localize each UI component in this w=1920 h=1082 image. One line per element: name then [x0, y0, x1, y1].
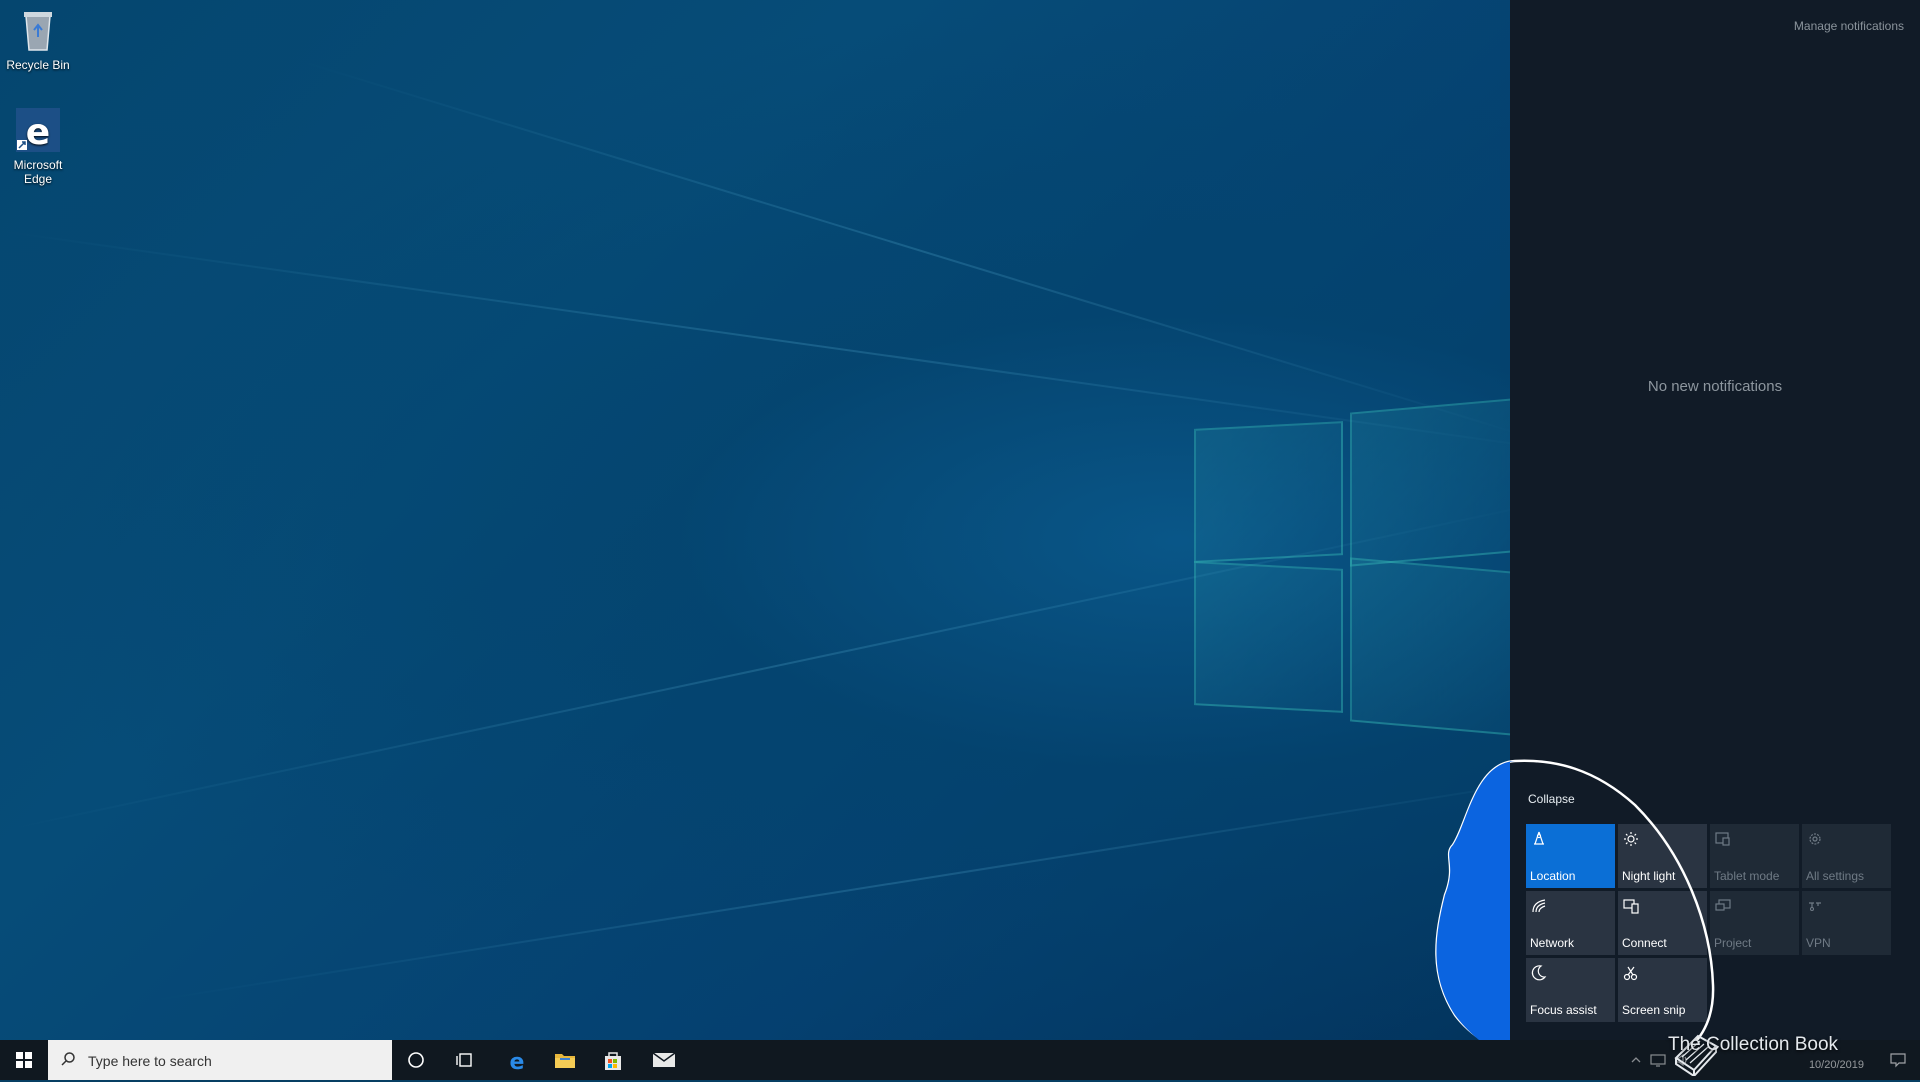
tile-label: All settings	[1806, 869, 1865, 883]
connect-icon	[1623, 899, 1639, 914]
recycle-bin-icon	[24, 12, 52, 51]
light-beam	[299, 60, 1510, 443]
taskbar-mail[interactable]	[638, 1040, 686, 1080]
desktop: Recycle Bin e Microsoft Edge	[0, 0, 1510, 1040]
task-view-icon	[456, 1053, 472, 1067]
svg-text:e: e	[26, 112, 50, 153]
clock-date: 10/20/2019	[1808, 1059, 1864, 1071]
collapse-link[interactable]: Collapse	[1528, 792, 1575, 806]
tile-label: Location	[1530, 869, 1576, 883]
quick-actions-grid: Location Night light Tablet mode All set…	[1526, 824, 1891, 1022]
project-icon	[1715, 899, 1731, 911]
desktop-icon-microsoft-edge[interactable]: e Microsoft Edge	[0, 106, 76, 186]
cortana-icon	[408, 1052, 424, 1068]
tile-label: Connect	[1622, 936, 1667, 950]
svg-text:e: e	[510, 1050, 525, 1072]
mail-icon	[652, 1052, 676, 1067]
tile-location[interactable]: Location	[1526, 824, 1615, 888]
store-icon	[605, 1052, 621, 1070]
tile-all-settings[interactable]: All settings	[1802, 824, 1891, 888]
tile-connect[interactable]: Connect	[1618, 891, 1707, 955]
light-beam	[0, 230, 1510, 455]
tile-vpn[interactable]: VPN	[1802, 891, 1891, 955]
desktop-icon-recycle-bin[interactable]: Recycle Bin	[0, 6, 76, 72]
windows-logo-pane	[1350, 397, 1510, 567]
tile-label: Focus assist	[1530, 1003, 1597, 1017]
chevron-up-icon[interactable]	[1630, 1054, 1642, 1066]
taskbar-store[interactable]	[588, 1040, 636, 1080]
search-icon	[61, 1052, 75, 1066]
location-icon	[1534, 831, 1544, 845]
vpn-icon	[1809, 902, 1821, 911]
edge-icon: e	[510, 1050, 525, 1072]
tile-night-light[interactable]: Night light	[1618, 824, 1707, 888]
desktop-icon-label: Microsoft Edge	[13, 158, 63, 186]
manage-notifications-link[interactable]: Manage notifications	[1794, 19, 1904, 33]
tile-project[interactable]: Project	[1710, 891, 1799, 955]
taskbar: e 10/20/2019	[0, 1040, 1920, 1082]
taskbar-edge[interactable]: e	[492, 1040, 540, 1080]
windows-logo-pane	[1194, 561, 1343, 713]
taskbar-file-explorer[interactable]	[540, 1040, 588, 1080]
task-view-button[interactable]	[440, 1040, 488, 1080]
tile-label: Night light	[1622, 869, 1676, 883]
desktop-icon-label: Recycle Bin	[6, 58, 70, 72]
tile-label: Network	[1530, 936, 1575, 950]
tablet-mode-icon	[1715, 832, 1730, 846]
gear-icon	[1809, 833, 1821, 845]
tile-focus-assist[interactable]: Focus assist	[1526, 958, 1615, 1022]
watermark-text: The Collection Book	[1668, 1034, 1839, 1055]
cortana-button[interactable]	[392, 1040, 440, 1080]
tile-network[interactable]: Network	[1526, 891, 1615, 955]
action-center: Manage notifications No new notification…	[1510, 0, 1920, 1040]
tile-tablet-mode[interactable]: Tablet mode	[1710, 824, 1799, 888]
windows-logo-icon	[16, 1052, 32, 1068]
night-light-icon	[1624, 832, 1638, 846]
light-beam	[149, 765, 1510, 1002]
tile-label: Tablet mode	[1714, 869, 1780, 883]
windows-logo-pane	[1194, 421, 1343, 563]
tile-screen-snip[interactable]: Screen snip	[1618, 958, 1707, 1022]
network-tray-icon[interactable]	[1650, 1053, 1666, 1067]
tile-label: Project	[1714, 936, 1752, 950]
search-input[interactable]	[86, 1040, 380, 1082]
network-icon	[1532, 899, 1546, 913]
notification-center-icon[interactable]	[1890, 1052, 1906, 1068]
scissors-icon	[1623, 966, 1638, 981]
tile-label: VPN	[1806, 936, 1831, 950]
no-notifications-text: No new notifications	[1647, 378, 1783, 395]
taskbar-search[interactable]	[48, 1040, 392, 1082]
windows-logo-pane	[1350, 557, 1510, 737]
tile-label: Screen snip	[1622, 1003, 1686, 1017]
moon-icon	[1531, 965, 1547, 981]
start-button[interactable]	[0, 1040, 48, 1080]
folder-icon	[555, 1054, 575, 1068]
edge-icon: e	[16, 108, 60, 153]
